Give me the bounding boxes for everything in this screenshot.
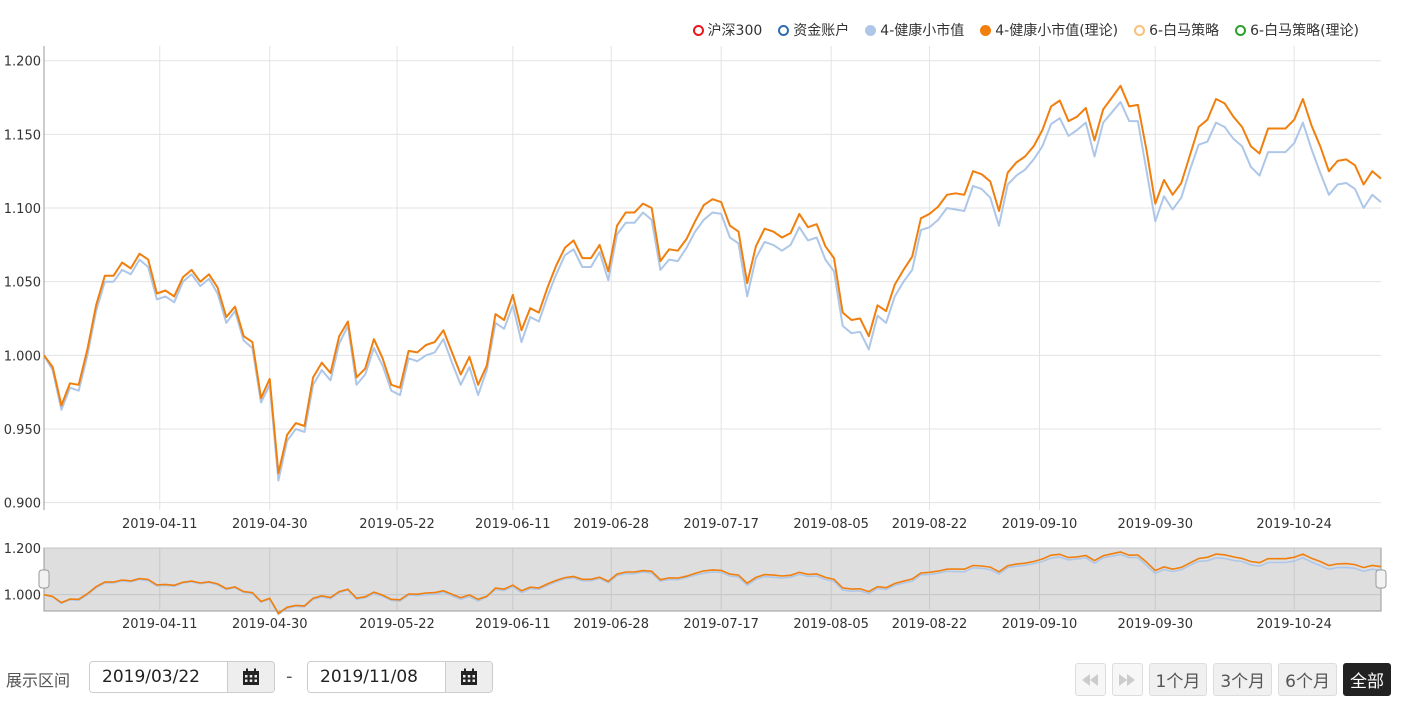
navigator-y-tick-label: 1.000 [4, 589, 41, 604]
y-tick-label: 1.200 [4, 55, 41, 70]
x-tick-label: 2019-04-11 [122, 517, 198, 532]
navigator-x-tick-label: 2019-04-11 [122, 617, 198, 632]
x-tick-label: 2019-07-17 [683, 517, 759, 532]
period-controls: 1个月 3个月 6个月 全部 [1074, 663, 1391, 696]
end-date-field[interactable] [307, 661, 493, 693]
x-tick-label: 2019-06-11 [475, 517, 551, 532]
navigator-x-tick-label: 2019-09-30 [1117, 617, 1193, 632]
double-right-icon[interactable] [1111, 663, 1143, 696]
series-line [43, 84, 1382, 475]
calendar-icon[interactable] [445, 662, 492, 692]
double-left-icon[interactable] [1074, 663, 1106, 696]
start-date-input[interactable] [90, 662, 227, 692]
y-tick-label: 0.900 [4, 497, 41, 512]
navigator-selection [43, 547, 1382, 612]
chart-area: 0.900 0.950 1.000 1.050 1.100 1.150 1.200 2019-… [4, 46, 1387, 632]
series-line [43, 101, 1382, 482]
y-tick-label: 1.000 [4, 349, 41, 364]
navigator-right-handle[interactable] [1375, 569, 1387, 589]
navigator-x-tick-label: 2019-07-17 [683, 617, 759, 632]
y-tick-label: 1.150 [4, 128, 41, 143]
navigator-x-tick-label: 2019-09-10 [1002, 617, 1078, 632]
end-date-input[interactable] [308, 662, 445, 692]
navigator-x-tick-label: 2019-06-28 [573, 617, 649, 632]
y-tick-label: 1.100 [4, 202, 41, 217]
period-1m-button[interactable]: 1个月 [1148, 663, 1208, 696]
x-tick-label: 2019-08-05 [793, 517, 869, 532]
navigator-x-tick-label: 2019-08-22 [892, 617, 968, 632]
y-tick-label: 0.950 [4, 423, 41, 438]
range-label: 展示区间 [6, 671, 71, 690]
x-tick-label: 2019-04-30 [232, 517, 308, 532]
period-3m-button[interactable]: 3个月 [1213, 663, 1273, 696]
navigator-x-tick-label: 2019-08-05 [793, 617, 869, 632]
x-tick-label: 2019-08-22 [892, 517, 968, 532]
x-tick-label: 2019-05-22 [359, 517, 435, 532]
navigator-left-handle[interactable] [38, 569, 50, 589]
x-tick-label: 2019-09-30 [1117, 517, 1193, 532]
period-6m-button[interactable]: 6个月 [1278, 663, 1337, 696]
x-tick-label: 2019-10-24 [1256, 517, 1332, 532]
navigator-y-tick-label: 1.200 [4, 542, 41, 557]
x-tick-label: 2019-09-10 [1002, 517, 1078, 532]
navigator-x-tick-label: 2019-04-30 [232, 617, 308, 632]
start-date-field[interactable] [89, 661, 275, 693]
navigator-x-tick-label: 2019-10-24 [1256, 617, 1332, 632]
period-all-button[interactable]: 全部 [1343, 663, 1391, 696]
date-separator: - [286, 666, 293, 687]
y-tick-label: 1.050 [4, 276, 41, 291]
navigator-x-tick-label: 2019-06-11 [475, 617, 551, 632]
calendar-icon[interactable] [227, 662, 274, 692]
x-tick-label: 2019-06-28 [573, 517, 649, 532]
navigator-x-tick-label: 2019-05-22 [359, 617, 435, 632]
